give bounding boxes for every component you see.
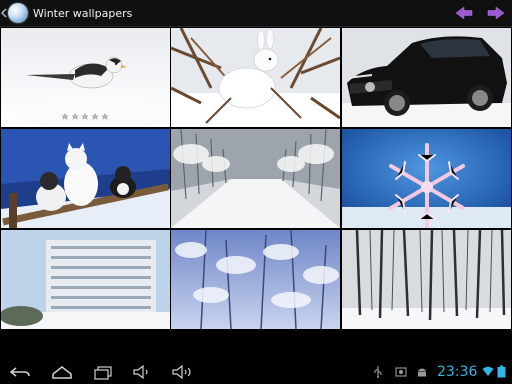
snowflake-image [342, 129, 511, 228]
wallpaper-thumbnail[interactable] [1, 28, 170, 127]
action-bar: Winter wallpapers [0, 0, 512, 27]
wallpaper-thumbnail[interactable] [1, 230, 170, 329]
back-icon[interactable] [8, 364, 32, 380]
snowball-app-icon[interactable] [8, 3, 28, 23]
wallpaper-grid [0, 27, 512, 359]
bird-on-snow-image [1, 28, 170, 127]
usb-icon [374, 366, 382, 378]
screenshot-icon [395, 367, 407, 377]
up-caret-icon[interactable] [1, 8, 7, 18]
frosted-trees-image [171, 230, 340, 329]
wallpaper-thumbnail[interactable] [342, 230, 511, 329]
black-car-in-snow-image [342, 28, 511, 127]
home-icon[interactable] [50, 364, 74, 380]
volume-up-icon[interactable] [170, 364, 194, 380]
battery-icon [497, 365, 506, 378]
wallpaper-thumbnail[interactable] [342, 28, 511, 127]
status-clock: 23:36 [437, 364, 478, 380]
snowy-building-image [1, 230, 170, 329]
recent-apps-icon[interactable] [91, 364, 115, 380]
snowy-road-image [171, 129, 340, 228]
android-icon [418, 368, 426, 377]
rabbit-in-snow-image [171, 28, 340, 127]
wallpaper-thumbnail[interactable] [171, 230, 340, 329]
wallpaper-thumbnail[interactable] [171, 129, 340, 228]
app-title: Winter wallpapers [33, 7, 133, 20]
wallpaper-thumbnail[interactable] [1, 129, 170, 228]
system-navigation-bar: 23:36 [0, 360, 512, 384]
wallpaper-thumbnail[interactable] [342, 129, 511, 228]
volume-down-icon[interactable] [131, 364, 155, 380]
arrow-left-icon[interactable] [455, 6, 473, 20]
arrow-right-icon[interactable] [487, 6, 505, 20]
birch-forest-image [342, 230, 511, 329]
wifi-icon [482, 366, 494, 376]
wallpaper-thumbnail[interactable] [171, 28, 340, 127]
cats-on-bench-image [1, 129, 170, 228]
